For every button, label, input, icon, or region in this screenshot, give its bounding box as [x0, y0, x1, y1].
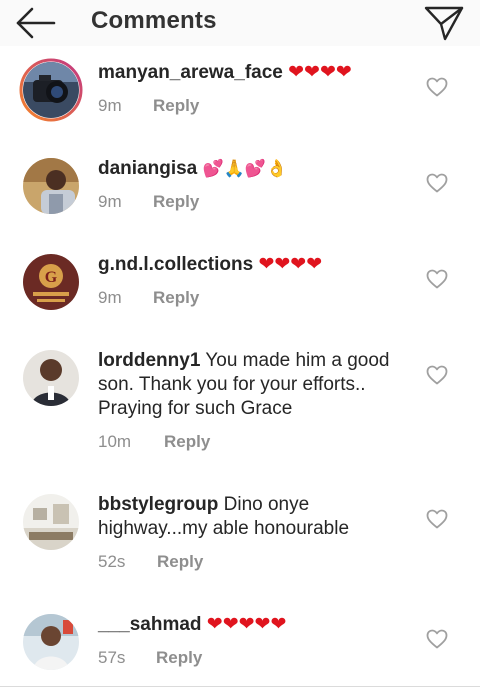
comment-timestamp: 9m — [98, 288, 122, 307]
avatar[interactable] — [23, 62, 79, 118]
heart-icon[interactable] — [426, 629, 448, 649]
comment-username[interactable]: bbstylegroup — [98, 494, 218, 515]
comment-text: manyan_arewa_face ❤❤❤❤ — [98, 61, 398, 85]
comment-username[interactable]: manyan_arewa_face — [98, 62, 283, 83]
svg-text:G: G — [45, 269, 58, 286]
comments-list[interactable]: manyan_arewa_face ❤❤❤❤ 9m Reply daniangis… — [0, 46, 480, 690]
comment-meta: 52s Reply — [98, 552, 203, 572]
page-title: Comments — [91, 7, 217, 34]
comment-meta: 9m Reply — [98, 192, 199, 212]
comment-username[interactable]: daniangisa — [98, 158, 197, 179]
divider — [0, 686, 480, 687]
reply-button[interactable]: Reply — [164, 432, 210, 452]
comment-emoji: ❤❤❤❤ — [288, 62, 352, 83]
share-button[interactable] — [423, 3, 465, 43]
paper-plane-icon — [424, 6, 464, 41]
comment-meta: 9m Reply — [98, 288, 199, 308]
avatar[interactable] — [23, 494, 79, 550]
comment-username[interactable]: ___sahmad — [98, 614, 202, 635]
comment-text: daniangisa 💕🙏💕👌 — [98, 157, 398, 181]
reply-button[interactable]: Reply — [157, 552, 203, 572]
comment-timestamp: 57s — [98, 648, 126, 667]
heart-icon[interactable] — [426, 77, 448, 97]
comment-meta: 10m Reply — [98, 432, 210, 452]
avatar[interactable]: G — [23, 254, 79, 310]
heart-icon[interactable] — [426, 365, 448, 385]
comment-timestamp: 52s — [98, 552, 126, 571]
reply-button[interactable]: Reply — [156, 648, 202, 668]
comment-timestamp: 9m — [98, 192, 122, 211]
comment-meta: 57s Reply — [98, 648, 202, 668]
avatar[interactable] — [23, 158, 79, 214]
comment-text: g.nd.l.collections ❤❤❤❤ — [98, 253, 398, 277]
comment-emoji: ❤❤❤❤ — [258, 254, 323, 275]
avatar[interactable] — [23, 614, 79, 670]
reply-button[interactable]: Reply — [153, 288, 199, 308]
heart-icon[interactable] — [426, 269, 448, 289]
comment-timestamp: 9m — [98, 96, 122, 115]
comment-text: bbstylegroup Dino onye highway...my able… — [98, 493, 398, 541]
comment-text: ___sahmad ❤❤❤❤❤ — [98, 613, 398, 637]
comment-timestamp: 10m — [98, 432, 132, 451]
heart-icon[interactable] — [426, 509, 448, 529]
comments-header: Comments — [0, 0, 480, 46]
reply-button[interactable]: Reply — [153, 192, 199, 212]
comment-emoji: 💕🙏💕👌 — [202, 159, 288, 179]
avatar[interactable] — [23, 350, 79, 406]
comment-username[interactable]: lorddenny1 — [98, 350, 200, 371]
arrow-left-icon — [16, 7, 56, 39]
comment-text: lorddenny1 You made him a good son. Than… — [98, 349, 398, 421]
comment-username[interactable]: g.nd.l.collections — [98, 254, 253, 275]
reply-button[interactable]: Reply — [153, 96, 199, 116]
back-button[interactable] — [14, 4, 58, 42]
comment-emoji: ❤❤❤❤❤ — [206, 614, 287, 635]
heart-icon[interactable] — [426, 173, 448, 193]
comment-meta: 9m Reply — [98, 96, 199, 116]
